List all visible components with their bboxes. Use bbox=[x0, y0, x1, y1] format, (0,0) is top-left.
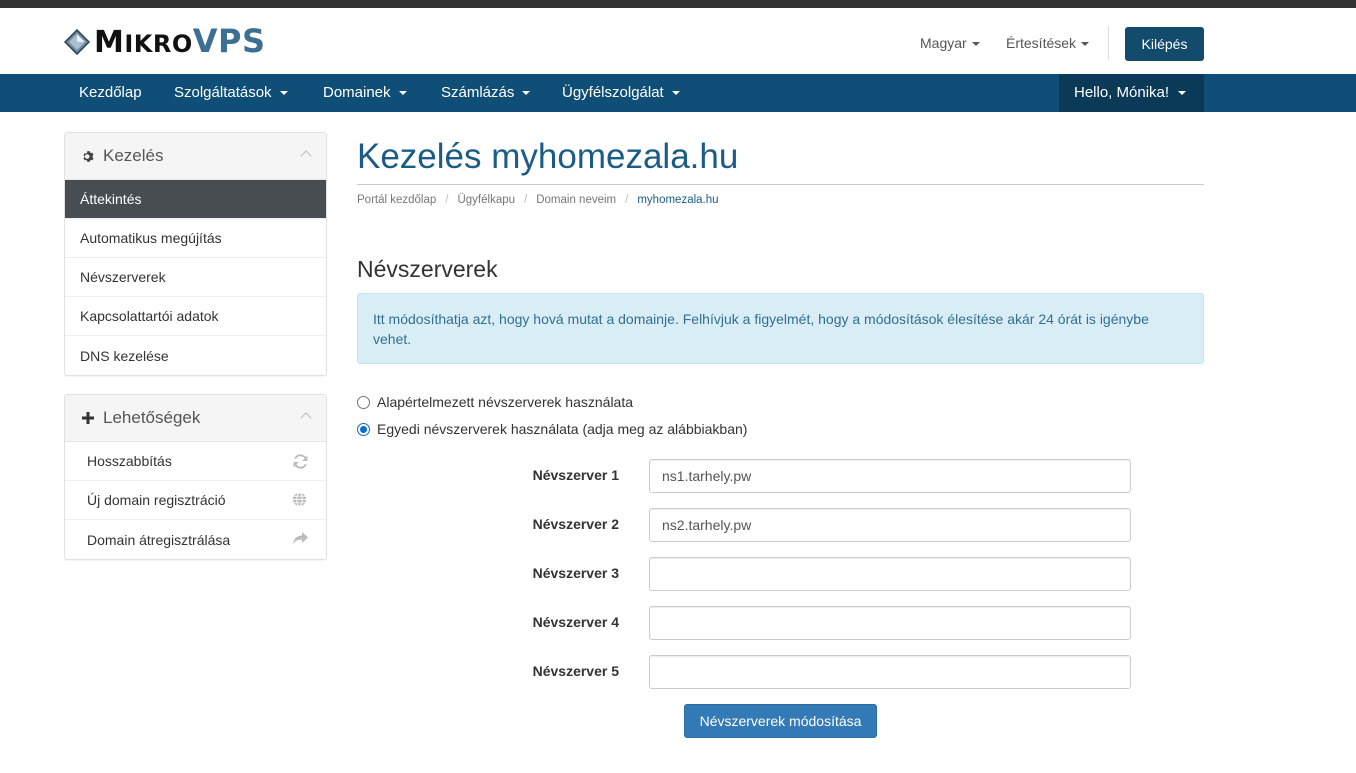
nav-billing[interactable]: Számlázás bbox=[441, 74, 531, 112]
language-label: Magyar bbox=[920, 35, 967, 51]
caret-down-icon bbox=[1081, 42, 1090, 47]
breadcrumb-current: myhomezala.hu bbox=[637, 194, 719, 206]
caret-down-icon bbox=[971, 42, 980, 47]
nameserver-1-input[interactable] bbox=[649, 459, 1131, 493]
sidebar-item-auto-renew[interactable]: Automatikus megújítás bbox=[65, 219, 326, 258]
manage-panel-header[interactable]: Kezelés bbox=[65, 133, 326, 180]
breadcrumb-separator: / bbox=[524, 194, 528, 206]
nameserver-3-input[interactable] bbox=[649, 557, 1131, 591]
manage-panel-title: Kezelés bbox=[103, 146, 164, 165]
title-divider bbox=[357, 184, 1204, 185]
breadcrumb-separator: / bbox=[445, 194, 449, 206]
top-strip bbox=[0, 0, 1356, 8]
plus-icon bbox=[80, 412, 96, 424]
sidebar-item-dns[interactable]: DNS kezelése bbox=[65, 336, 326, 375]
nameserver-4-label: Névszerver 4 bbox=[532, 614, 619, 630]
caret-down-icon bbox=[1178, 91, 1187, 96]
sidebar-item-label: Hosszabbítás bbox=[87, 453, 172, 469]
main-navbar: Kezdőlap Szolgáltatások Domainek Számláz… bbox=[0, 74, 1356, 112]
nameserver-3-label: Névszerver 3 bbox=[532, 565, 619, 581]
options-panel: Lehetőségek Hosszabbítás Új domain regis… bbox=[64, 394, 327, 560]
nav-label: Domainek bbox=[323, 84, 391, 101]
manage-panel: Kezelés Áttekintés Automatikus megújítás… bbox=[64, 132, 327, 376]
radio-label: Alapértelmezett névszerverek használata bbox=[377, 394, 634, 410]
logo-diamond-icon bbox=[63, 28, 91, 56]
nav-label: Kezdőlap bbox=[79, 84, 142, 101]
breadcrumb: Portál kezdőlap / Ügyfélkapu / Domain neve… bbox=[357, 194, 719, 206]
caret-down-icon bbox=[279, 91, 288, 96]
sidebar-item-renew[interactable]: Hosszabbítás bbox=[65, 442, 326, 481]
sidebar-item-register-domain[interactable]: Új domain regisztráció bbox=[65, 481, 326, 520]
sidebar-item-label: Új domain regisztráció bbox=[87, 492, 226, 508]
caret-down-icon bbox=[671, 91, 680, 96]
site-header: MIKROVPS Magyar Értesítések Kilépés bbox=[0, 8, 1356, 74]
sidebar-item-transfer-domain[interactable]: Domain átregisztrálása bbox=[65, 520, 326, 559]
change-nameservers-button[interactable]: Névszerverek módosítása bbox=[684, 704, 877, 738]
nav-label: Számlázás bbox=[441, 84, 515, 101]
breadcrumb-portal-home[interactable]: Portál kezdőlap bbox=[357, 194, 436, 206]
notifications-dropdown[interactable]: Értesítések bbox=[1006, 35, 1090, 51]
nameserver-4-input[interactable] bbox=[649, 606, 1131, 640]
nav-services[interactable]: Szolgáltatások bbox=[174, 74, 288, 112]
sidebar-item-nameservers[interactable]: Névszerverek bbox=[65, 258, 326, 297]
share-arrow-icon bbox=[292, 531, 309, 548]
gear-icon bbox=[80, 150, 96, 163]
nameserver-5-label: Névszerver 5 bbox=[532, 663, 619, 679]
section-title: Névszerverek bbox=[357, 256, 498, 282]
sidebar-item-label: Domain átregisztrálása bbox=[87, 531, 231, 548]
nav-label: Ügyfélszolgálat bbox=[562, 84, 664, 101]
breadcrumb-separator: / bbox=[625, 194, 629, 206]
user-greeting: Hello, Mónika! bbox=[1074, 84, 1170, 101]
refresh-icon bbox=[292, 453, 309, 470]
nav-domains[interactable]: Domainek bbox=[323, 74, 407, 112]
radio-custom-nameservers[interactable]: Egyedi névszerverek használata (adja meg… bbox=[357, 421, 747, 437]
nav-label: Szolgáltatások bbox=[174, 84, 272, 101]
nameserver-2-input[interactable] bbox=[649, 508, 1131, 542]
radio-default-nameservers[interactable]: Alapértelmezett névszerverek használata bbox=[357, 394, 633, 410]
nav-home[interactable]: Kezdőlap bbox=[79, 74, 142, 112]
radio-button[interactable] bbox=[357, 395, 370, 409]
language-dropdown[interactable]: Magyar bbox=[920, 35, 980, 51]
sidebar-item-overview[interactable]: Áttekintés bbox=[65, 180, 326, 219]
options-panel-title: Lehetőségek bbox=[103, 408, 201, 427]
nav-support[interactable]: Ügyfélszolgálat bbox=[562, 74, 680, 112]
caret-down-icon bbox=[522, 91, 531, 96]
chevron-up-icon[interactable] bbox=[300, 150, 312, 162]
header-divider bbox=[1108, 26, 1109, 60]
notifications-label: Értesítések bbox=[1006, 35, 1077, 51]
sidebar-item-contacts[interactable]: Kapcsolattartói adatok bbox=[65, 297, 326, 336]
caret-down-icon bbox=[398, 91, 407, 96]
logout-button[interactable]: Kilépés bbox=[1125, 27, 1204, 61]
logo-text: MIKROVPS bbox=[94, 21, 266, 60]
radio-button-checked[interactable] bbox=[357, 422, 370, 436]
options-panel-header[interactable]: Lehetőségek bbox=[65, 395, 326, 442]
logo[interactable]: MIKROVPS bbox=[63, 21, 266, 60]
user-menu[interactable]: Hello, Mónika! bbox=[1059, 74, 1204, 112]
nameserver-1-label: Névszerver 1 bbox=[532, 467, 619, 483]
radio-label: Egyedi névszerverek használata (adja meg… bbox=[377, 421, 748, 437]
nameserver-5-input[interactable] bbox=[649, 655, 1131, 689]
nameserver-2-label: Névszerver 2 bbox=[532, 516, 619, 532]
chevron-up-icon[interactable] bbox=[300, 412, 312, 424]
info-alert: Itt módosíthatja azt, hogy hová mutat a … bbox=[357, 293, 1204, 364]
breadcrumb-my-domains[interactable]: Domain neveim bbox=[536, 194, 616, 206]
globe-icon bbox=[292, 492, 309, 509]
breadcrumb-client-area[interactable]: Ügyfélkapu bbox=[457, 194, 515, 206]
page-title: Kezelés myhomezala.hu bbox=[357, 137, 739, 176]
